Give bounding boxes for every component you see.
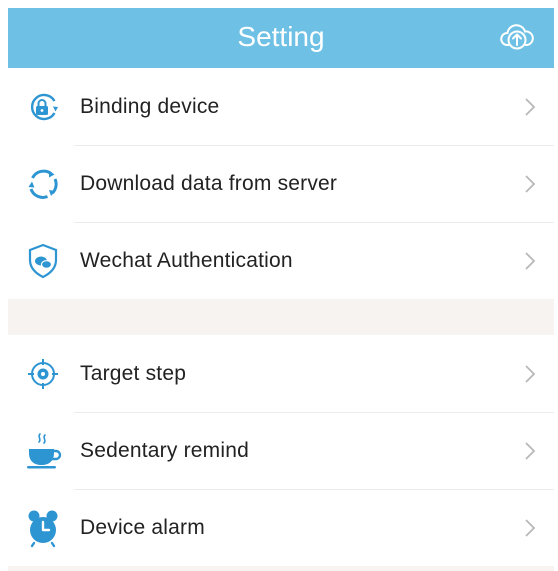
settings-item-label: Device alarm — [80, 515, 205, 539]
settings-group-health: Target step Sedentary remind Device alar… — [8, 335, 554, 566]
shield-icon — [28, 243, 58, 278]
chevron-right-icon — [525, 518, 536, 537]
sync-icon — [28, 169, 58, 199]
settings-item-label: Wechat Authentication — [80, 248, 293, 272]
settings-screen: Setting Binding device Download data fro… — [8, 8, 554, 571]
settings-item-label: Sedentary remind — [80, 438, 249, 462]
settings-item-sedentary-remind[interactable]: Sedentary remind — [8, 412, 554, 489]
settings-item-label: Download data from server — [80, 171, 338, 195]
settings-item-binding-device[interactable]: Binding device — [8, 68, 554, 145]
alarm-clock-icon — [28, 510, 58, 547]
chevron-right-icon — [525, 251, 536, 270]
target-icon — [28, 358, 58, 389]
settings-item-wechat-authentication[interactable]: Wechat Authentication — [8, 222, 554, 299]
settings-item-device-alarm[interactable]: Device alarm — [8, 489, 554, 566]
settings-item-download-data[interactable]: Download data from server — [8, 145, 554, 222]
cloud-upload-icon[interactable] — [500, 20, 534, 52]
settings-item-target-step[interactable]: Target step — [8, 335, 554, 412]
chevron-right-icon — [525, 364, 536, 383]
binding-device-icon — [30, 93, 58, 120]
chevron-right-icon — [525, 174, 536, 193]
coffee-cup-icon — [27, 432, 62, 468]
settings-item-label: Target step — [80, 361, 187, 385]
chevron-right-icon — [525, 97, 536, 116]
settings-group-device: Binding device Download data from server — [8, 68, 554, 299]
page-title: Setting — [237, 21, 325, 52]
section-separator — [8, 299, 554, 335]
header-bar: Setting — [8, 8, 554, 68]
settings-item-label: Binding device — [80, 94, 220, 118]
chevron-right-icon — [525, 441, 536, 460]
section-separator — [8, 566, 554, 571]
